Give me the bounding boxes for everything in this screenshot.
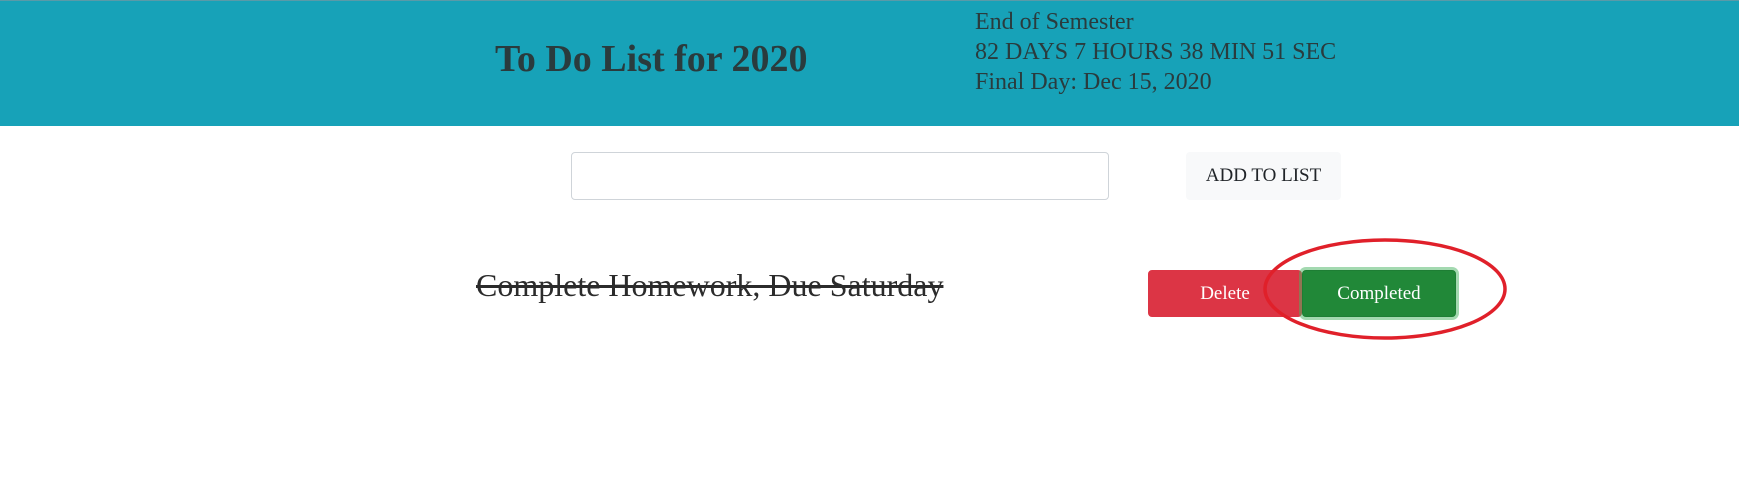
list-item: Complete Homework, Due Saturday Delete C… <box>0 262 1739 322</box>
countdown-label: End of Semester <box>975 9 1134 35</box>
completed-button[interactable]: Completed <box>1302 270 1456 317</box>
page-title: To Do List for 2020 <box>495 38 808 80</box>
countdown-remaining: 82 DAYS 7 HOURS 38 MIN 51 SEC <box>975 39 1337 65</box>
add-to-list-button[interactable]: ADD TO LIST <box>1186 152 1341 200</box>
delete-button[interactable]: Delete <box>1148 270 1302 317</box>
todo-app: To Do List for 2020 End of Semester 82 D… <box>0 0 1739 485</box>
semester-countdown: End of Semester 82 DAYS 7 HOURS 38 MIN 5… <box>975 7 1336 97</box>
app-header: To Do List for 2020 End of Semester 82 D… <box>0 0 1739 126</box>
countdown-final-day: Final Day: Dec 15, 2020 <box>975 69 1212 95</box>
new-task-input[interactable] <box>571 152 1109 200</box>
todo-item-text: Complete Homework, Due Saturday <box>476 267 944 303</box>
